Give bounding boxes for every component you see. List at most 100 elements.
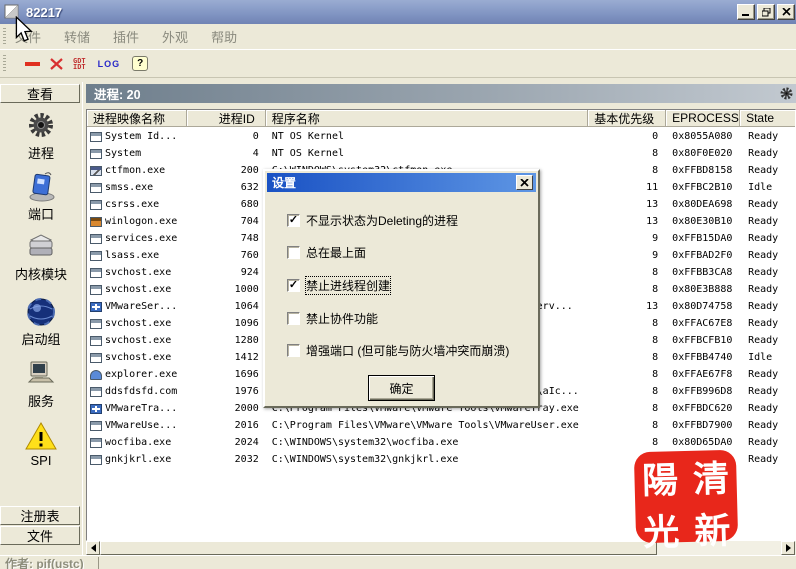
log-button[interactable]: LOG [98,59,121,69]
dialog-checkbox-3[interactable]: 禁止协件功能 [287,310,378,327]
scroll-left-button[interactable] [86,541,100,555]
window-row-icon [90,386,102,397]
process-name-cell: svchost.exe [87,349,187,366]
menu-grip[interactable] [3,28,6,45]
checkbox-box[interactable] [287,312,300,325]
column-header-1[interactable]: 进程ID [186,110,266,127]
scrollbar-thumb[interactable] [100,541,657,555]
toolbar-grip[interactable] [3,55,6,72]
registry-button[interactable]: 注册表 [0,506,80,525]
state-cell: Ready [748,335,779,346]
window-row-icon [90,250,102,261]
stamp-character: 光 [642,511,680,555]
pid-cell: 748 [240,233,259,244]
pid-cell: 2016 [234,420,259,431]
priority-cell: 8 [652,165,659,176]
sidebar-item-启动组[interactable]: 启动组 [0,296,82,348]
priority-cell: 11 [646,182,659,193]
menu-bar: 文件 转储 插件 外观 帮助 [0,24,796,50]
scroll-right-button[interactable] [781,541,795,555]
user-row-icon [90,369,102,380]
checkbox-box[interactable]: ✓ [287,214,300,227]
checkbox-label: 总在最上面 [306,246,367,260]
menu-item-3[interactable]: 外观 [162,27,188,46]
process-name-cell: System Id... [87,128,187,145]
priority-cell: 8 [652,403,659,414]
dialog-close-button[interactable] [516,175,533,190]
kill-process-button[interactable] [50,57,63,70]
checkbox-box[interactable] [287,246,300,259]
pid-cell: 1000 [234,284,259,295]
view-button[interactable]: 查看 [0,84,80,103]
sidebar-item-SPI[interactable]: SPI [0,420,82,468]
sidebar-item-服务[interactable]: 服务 [0,358,82,410]
state-cell: Ready [748,267,779,278]
path-cell: NT OS Kernel [271,148,344,159]
dialog-titlebar[interactable]: 设置 [267,173,536,192]
column-header-2[interactable]: 程序名称 [265,110,589,127]
sidebar-item-label: 服务 [27,394,54,409]
process-name-cell: gnkjkrl.exe [87,451,187,468]
window-row-icon [90,233,102,244]
eprocess-cell: 0xFFBC2B10 [672,182,733,193]
eprocess-cell: 0xFFBCFB10 [672,335,733,346]
dialog-checkbox-2[interactable]: ✓ 禁止进线程创建 [287,276,392,295]
state-cell: Ready [748,199,779,210]
sidebar-item-端口[interactable]: 端口 [0,171,82,223]
table-row[interactable]: VMwareUse... 2016 C:\Program Files\VMware\… [87,417,795,434]
pid-cell: 200 [240,165,259,176]
minimize-button[interactable] [737,4,755,20]
file-button[interactable]: 文件 [0,526,80,545]
ok-button[interactable]: 确定 [368,375,435,401]
column-header-5[interactable]: State [740,110,795,127]
checkbox-box[interactable]: ✓ [287,279,300,292]
eprocess-cell: 0xFFAC67E8 [672,318,733,329]
table-row[interactable]: wocfiba.exe 2024 C:\WINDOWS\system32\wocfi… [87,434,795,451]
dialog-checkbox-0[interactable]: ✓ 不显示状态为Deleting的进程 [287,212,458,229]
menu-item-4[interactable]: 帮助 [211,27,237,46]
help-button[interactable]: ? [132,56,149,71]
sidebar-item-label: 进程 [27,146,54,161]
pid-cell: 680 [240,199,259,210]
column-header-3[interactable]: 基本优先级 [588,110,667,127]
pid-cell: 1096 [234,318,259,329]
menu-item-2[interactable]: 插件 [113,27,139,46]
startup-globe-icon [26,296,56,328]
window-row-icon [90,318,102,329]
path-cell: C:\WINDOWS\system32\wocfiba.exe [271,437,459,448]
table-row[interactable]: System 4 NT OS Kernel 8 0x80F0E020 Ready [87,145,795,162]
restore-button[interactable] [757,4,775,20]
window-row-icon [90,420,102,431]
pid-cell: 1696 [234,369,259,380]
eprocess-cell: 0xFFAE67F8 [672,369,733,380]
process-name-cell: svchost.exe [87,264,187,281]
table-row[interactable]: System Id... 0 NT OS Kernel 0 0x8055A080 Read… [87,128,795,145]
state-cell: Ready [748,165,779,176]
priority-cell: 13 [646,199,659,210]
menu-item-0[interactable]: 文件 [15,27,41,46]
checkbox-box[interactable] [287,344,300,357]
dialog-checkbox-1[interactable]: 总在最上面 [287,244,366,261]
dialog-checkbox-4[interactable]: 增强端口 (但可能与防火墙冲突而崩溃) [287,342,509,359]
pid-cell: 1064 [234,301,259,312]
checkbox-label: 增强端口 (但可能与防火墙冲突而崩溃) [306,344,510,358]
sidebar-item-进程[interactable]: 进程 [0,110,82,162]
priority-cell: 8 [652,148,659,159]
hide-process-button[interactable] [25,61,40,66]
kernel-module-icon [25,231,57,263]
process-name-cell: services.exe [87,230,187,247]
window-row-icon [90,148,102,159]
sidebar-item-内核模块[interactable]: 内核模块 [0,231,82,283]
column-header-4[interactable]: EPROCESS [666,110,741,127]
state-cell: Idle [748,182,773,193]
eprocess-cell: 0xFFBB4740 [672,352,733,363]
window-row-icon [90,131,102,142]
state-cell: Ready [748,284,779,295]
process-name-cell: csrss.exe [87,196,187,213]
column-header-0[interactable]: 进程映像名称 [87,110,187,127]
menu-item-1[interactable]: 转储 [64,27,90,46]
app-window: 82217 文件 转储 插件 外观 帮助 GDT IDT LOG ? 查看 进程 端口 内核… [0,0,796,569]
close-button[interactable] [777,4,795,20]
pid-cell: 632 [240,182,259,193]
gdt-idt-button[interactable]: GDT IDT [73,57,86,70]
